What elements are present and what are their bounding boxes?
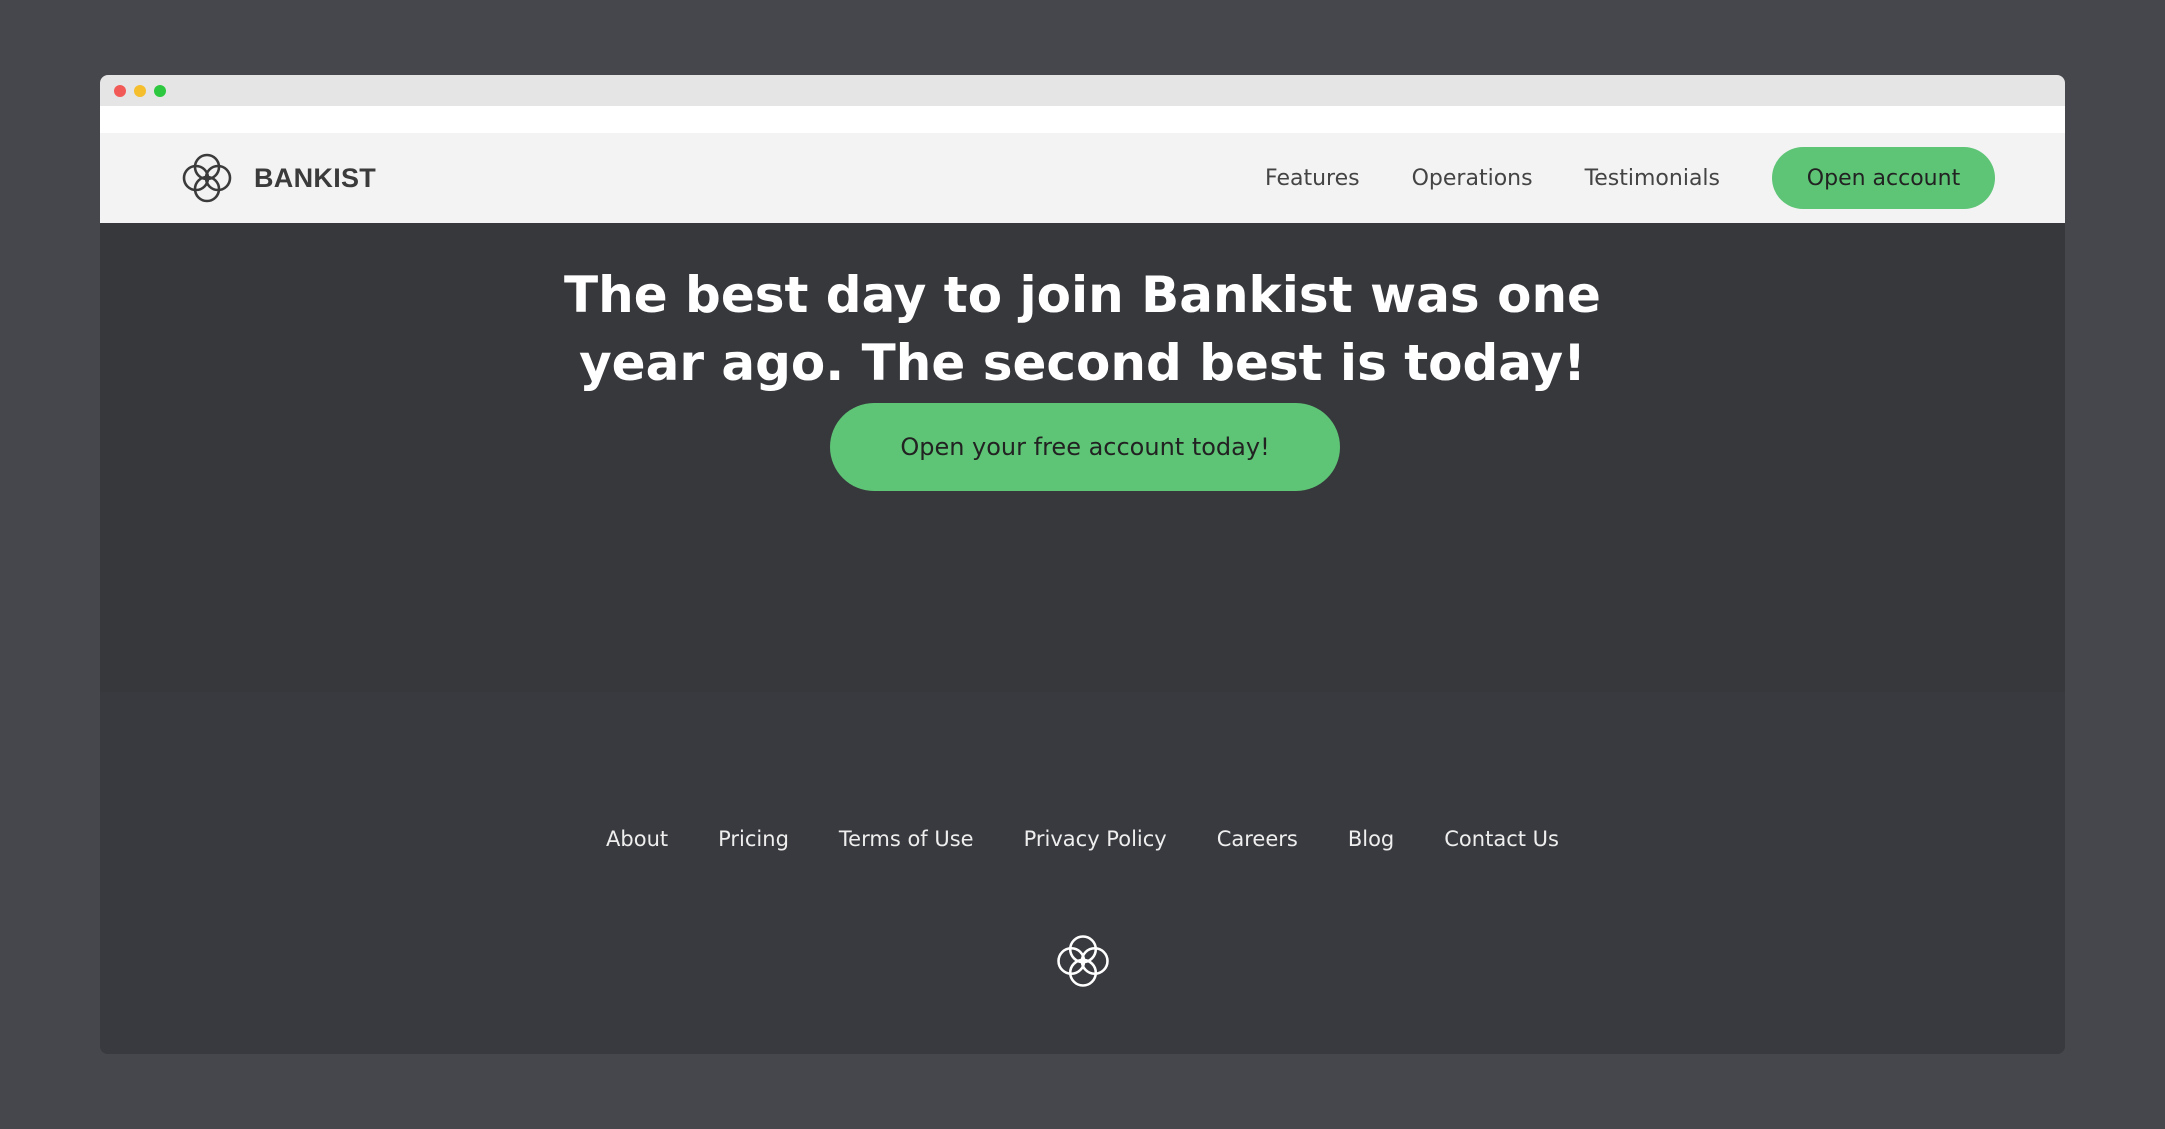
bankist-logo-icon bbox=[176, 147, 238, 209]
footer-link-careers[interactable]: Careers bbox=[1217, 827, 1298, 851]
footer-link-blog[interactable]: Blog bbox=[1348, 827, 1394, 851]
footer: About Pricing Terms of Use Privacy Polic… bbox=[100, 692, 2065, 1054]
footer-nav: About Pricing Terms of Use Privacy Polic… bbox=[100, 827, 2065, 851]
open-account-button[interactable]: Open account bbox=[1772, 147, 1995, 209]
open-free-account-button[interactable]: Open your free account today! bbox=[830, 403, 1340, 491]
footer-link-terms[interactable]: Terms of Use bbox=[839, 827, 974, 851]
page-top-strip bbox=[100, 106, 2065, 133]
window-titlebar bbox=[100, 75, 2065, 106]
nav-links: Features Operations Testimonials Open ac… bbox=[1265, 133, 1995, 223]
close-window-button[interactable] bbox=[114, 85, 126, 97]
section-title: The best day to join Bankist was one yea… bbox=[100, 261, 2065, 397]
nav-link-features[interactable]: Features bbox=[1265, 166, 1360, 191]
footer-link-pricing[interactable]: Pricing bbox=[718, 827, 789, 851]
brand-name: BANKIST bbox=[254, 162, 377, 193]
footer-link-about[interactable]: About bbox=[606, 827, 668, 851]
section-title-line-2: year ago. The second best is today! bbox=[579, 334, 1586, 392]
nav-link-operations[interactable]: Operations bbox=[1412, 166, 1533, 191]
footer-link-contact[interactable]: Contact Us bbox=[1444, 827, 1559, 851]
nav-link-testimonials[interactable]: Testimonials bbox=[1585, 166, 1720, 191]
browser-window: BANKIST Features Operations Testimonials… bbox=[100, 75, 2065, 1054]
footer-link-privacy[interactable]: Privacy Policy bbox=[1024, 827, 1167, 851]
maximize-window-button[interactable] bbox=[154, 85, 166, 97]
minimize-window-button[interactable] bbox=[134, 85, 146, 97]
signup-section: The best day to join Bankist was one yea… bbox=[100, 223, 2065, 692]
footer-logo-icon bbox=[1050, 928, 1116, 998]
section-title-line-1: The best day to join Bankist was one bbox=[564, 266, 1601, 324]
brand-logo[interactable]: BANKIST bbox=[176, 147, 376, 209]
navigation-bar: BANKIST Features Operations Testimonials… bbox=[100, 133, 2065, 223]
